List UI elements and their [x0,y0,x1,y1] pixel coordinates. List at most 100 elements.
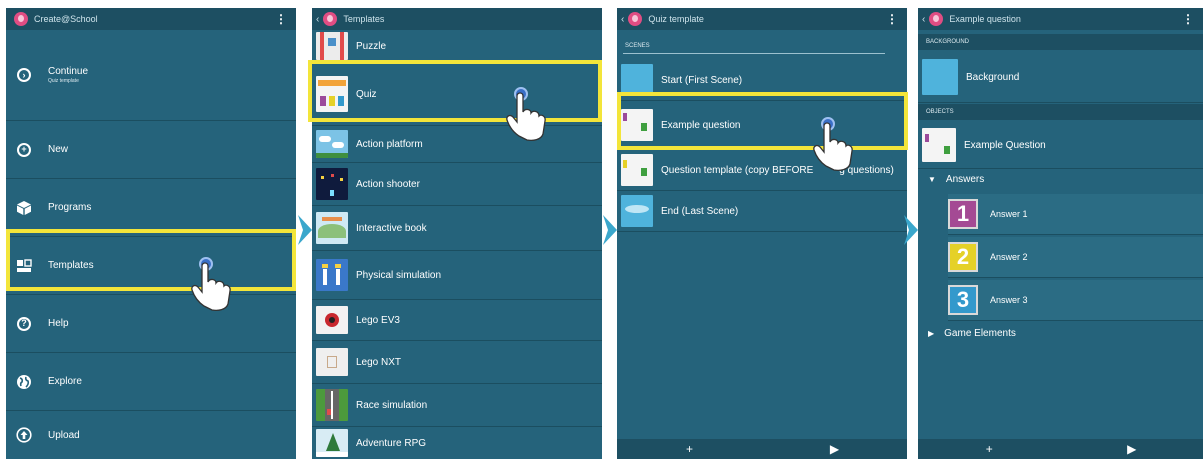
scene-thumbnail [621,195,653,227]
menu-item-label: Explore [48,376,82,387]
bottom-bar: + ▶ [617,439,907,459]
answer-item-2[interactable]: 2 Answer 2 [948,237,1203,278]
app-logo-icon [14,12,28,26]
back-icon[interactable]: ‹ [621,14,624,25]
example-question-panel: ‹ Example question ⋮ BACKGROUND Backgrou… [918,8,1203,459]
action-shooter-thumbnail [316,168,348,200]
scene-end[interactable]: End (Last Scene) [617,191,907,232]
background-label: Background [966,71,1020,83]
scene-question-template[interactable]: Question template (copy BEFORE g question… [617,150,907,191]
menu-item-upload[interactable]: Upload [6,411,296,459]
main-menu-panel: Create@School ⋮ › Continue Quiz template… [6,8,296,459]
template-lego-ev3[interactable]: Lego EV3 [312,300,602,341]
quiz-template-panel: ‹ Quiz template ⋮ SCENES Start (First Sc… [617,8,907,459]
answer-item-1[interactable]: 1 Answer 1 [948,194,1203,235]
template-label: Race simulation [356,399,428,411]
back-icon[interactable]: ‹ [922,14,925,25]
play-button[interactable]: ▶ [1061,439,1203,459]
cube-icon [16,200,32,216]
answer-label: Answer 2 [990,252,1028,262]
app-bar: Create@School ⋮ [6,8,296,30]
triangle-down-icon: ▼ [928,174,936,184]
interactive-book-thumbnail [316,212,348,244]
app-bar: ‹ Quiz template ⋮ [617,8,907,30]
menu-item-explore[interactable]: Explore [6,353,296,411]
action-platform-thumbnail [316,130,348,158]
continue-arrow-icon: › [16,67,32,83]
app-logo-icon [628,12,643,26]
template-label: Action shooter [356,178,420,190]
scene-thumbnail [621,64,653,96]
add-button[interactable]: + [617,439,762,459]
template-label: Interactive book [356,222,427,234]
objects-section-header: OBJECTS [918,104,1203,120]
background-item[interactable]: Background [918,52,1203,103]
back-icon[interactable]: ‹ [316,14,319,25]
continue-item[interactable]: › Continue Quiz template [6,30,296,121]
scene-start[interactable]: Start (First Scene) [617,60,907,101]
bottom-bar: + ▶ [918,439,1203,459]
menu-item-programs[interactable]: Programs [6,179,296,237]
scene-label: Start (First Scene) [661,74,743,86]
overflow-menu-icon[interactable]: ⋮ [1182,12,1194,26]
upload-icon [16,427,32,443]
template-label: Adventure RPG [356,437,427,449]
answer-label: Answer 3 [990,295,1028,305]
triangle-right-icon: ▶ [928,328,935,338]
scene-example-question[interactable]: Example question [617,101,907,150]
answers-group-label: Answers [945,173,985,185]
object-thumbnail [922,128,956,162]
add-button[interactable]: + [918,439,1061,459]
template-action-platform[interactable]: Action platform [312,126,602,163]
plus-circle-icon: + [16,142,32,158]
app-title: Templates [343,14,385,24]
menu-item-templates[interactable]: Templates [6,237,296,295]
object-example-question[interactable]: Example Question [918,122,1203,169]
answers-group[interactable]: ▼ Answers [918,169,1203,189]
template-lego-nxt[interactable]: Lego NXT [312,341,602,384]
template-physical-simulation[interactable]: Physical simulation [312,251,602,300]
adventure-rpg-thumbnail [316,429,348,457]
background-section-header: BACKGROUND [918,34,1203,50]
template-interactive-book[interactable]: Interactive book [312,206,602,251]
overflow-menu-icon[interactable]: ⋮ [886,12,898,26]
next-step-arrow-icon [603,215,617,245]
next-step-arrow-icon [904,215,918,245]
scene-thumbnail [621,154,653,186]
menu-item-help[interactable]: ? Help [6,295,296,353]
background-thumbnail [922,59,958,95]
template-quiz[interactable]: Quiz [312,63,602,126]
app-title: Create@School [34,14,98,24]
object-label: Example Question [964,139,1046,151]
puzzle-thumbnail [316,32,348,60]
templates-icon [16,258,32,274]
answer-number-1: 1 [948,199,978,229]
menu-item-new[interactable]: + New [6,121,296,179]
scene-label: End (Last Scene) [661,205,739,217]
template-label: Lego EV3 [356,314,400,326]
globe-icon [16,374,32,390]
template-label: Action platform [356,138,423,150]
play-button[interactable]: ▶ [762,439,907,459]
template-action-shooter[interactable]: Action shooter [312,163,602,206]
app-logo-icon [929,12,944,26]
continue-subtitle: Quiz template [48,78,79,84]
help-icon: ? [16,316,32,332]
answer-number-3: 3 [948,285,978,315]
template-race-simulation[interactable]: Race simulation [312,384,602,427]
app-bar: ‹ Example question ⋮ [918,8,1203,30]
app-title: Quiz template [648,14,704,24]
overflow-menu-icon[interactable]: ⋮ [275,12,287,26]
scenes-section-header: SCENES [623,38,885,54]
scene-label: Example question [661,119,741,131]
answer-number-2: 2 [948,242,978,272]
lego-ev3-thumbnail [316,306,348,334]
template-adventure-rpg[interactable]: Adventure RPG [312,427,602,459]
templates-panel: ‹ Templates Puzzle Quiz Action platform [312,8,602,459]
game-elements-group[interactable]: ▶ Game Elements [918,323,1203,343]
template-label: Physical simulation [356,269,442,281]
answer-item-3[interactable]: 3 Answer 3 [948,280,1203,321]
physical-simulation-thumbnail [316,259,348,291]
menu-item-label: Templates [48,260,94,271]
template-puzzle[interactable]: Puzzle [312,30,602,63]
